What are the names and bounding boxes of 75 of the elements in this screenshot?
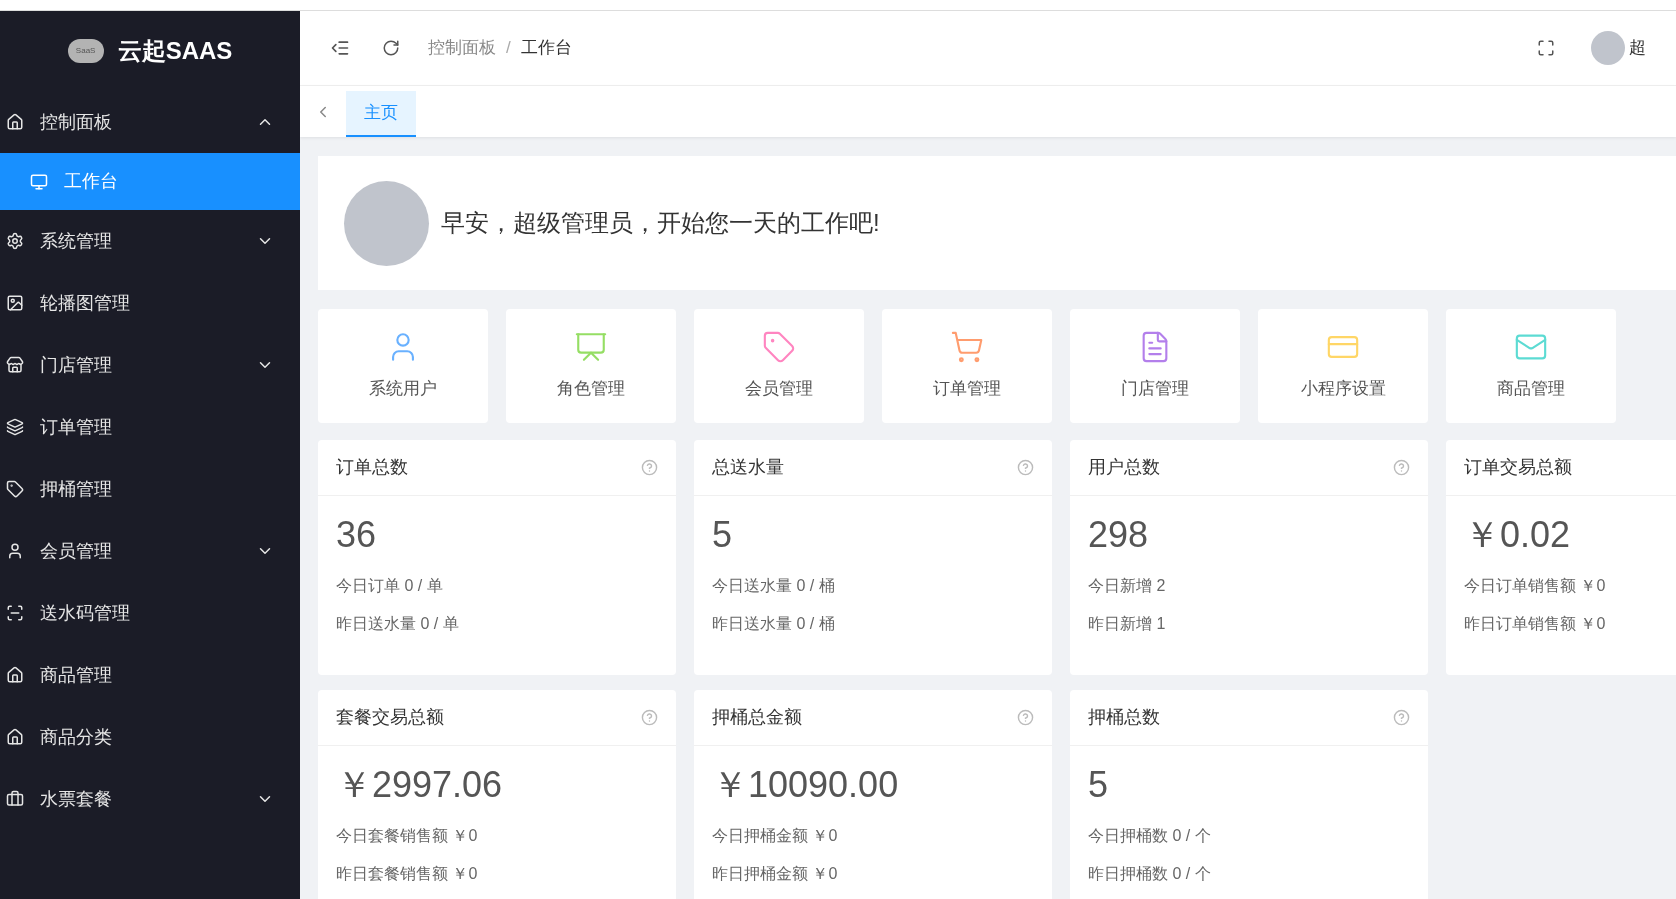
help-icon[interactable] [1017,459,1034,476]
menu-item[interactable]: 商品分类 [0,706,300,768]
help-icon[interactable] [1393,459,1410,476]
menu-item[interactable]: 商品管理 [0,644,300,706]
home-icon [6,113,24,131]
breadcrumb-item[interactable]: 控制面板 [428,35,496,61]
shortcut-tile[interactable]: 订单管理 [882,309,1052,423]
stat-value: ￥0.02 [1464,513,1572,557]
menu-item[interactable]: 门店管理 [0,334,300,396]
greeting-text: 早安，超级管理员，开始您一天的工作吧! [441,208,880,238]
stat-detail: 今日订单销售额 ￥0 [1464,576,1607,596]
home-icon [6,728,24,746]
user-icon [6,542,24,560]
card-title: 总送水量 [712,456,784,479]
menu-item[interactable]: 订单管理 [0,396,300,458]
shortcut-tile[interactable]: 商品管理 [1446,309,1616,423]
menu-item[interactable]: 轮播图管理 [0,272,300,334]
brand-name: 云起SAAS [117,36,233,66]
stat-value: ￥2997.06 [336,763,504,807]
menu-item[interactable]: 押桶管理 [0,458,300,520]
stat-detail: 昨日订单销售额 ￥0 [1464,614,1607,634]
user-name[interactable]: 超 [1629,35,1646,61]
shortcut-tile[interactable]: 系统用户 [318,309,488,423]
refresh-icon[interactable] [382,39,400,57]
card-title: 套餐交易总额 [336,706,444,729]
menu-item[interactable]: 会员管理 [0,520,300,582]
card-title: 订单交易总额 [1464,456,1572,479]
card-title: 订单总数 [336,456,408,479]
breadcrumb-item: 工作台 [520,37,572,60]
help-icon[interactable] [1017,709,1034,726]
card-title: 押桶总金额 [712,706,802,729]
help-icon[interactable] [641,709,658,726]
store-icon [6,356,24,374]
home-icon [6,666,24,684]
stat-value: 5 [712,513,734,557]
stat-detail: 昨日押桶金额 ￥0 [712,864,839,884]
stat-detail: 今日押桶数 0 / 个 [1088,826,1212,846]
breadcrumb-separator: / [506,37,511,60]
shortcut-tile[interactable]: 会员管理 [694,309,864,423]
stat-detail: 昨日送水量 0 / 桶 [712,614,836,634]
fullscreen-icon[interactable] [1537,39,1555,57]
help-icon[interactable] [641,459,658,476]
image-icon [6,294,24,312]
stat-detail: 今日送水量 0 / 桶 [712,576,836,596]
stat-detail: 今日套餐销售额 ￥0 [336,826,479,846]
layers-icon [6,418,24,436]
stat-detail: 今日订单 0 / 单 [336,576,444,596]
tag-icon [6,480,24,498]
menu-collapse-icon[interactable] [330,38,350,58]
shortcut-tile[interactable]: 小程序设置 [1258,309,1428,423]
stat-value: 5 [1088,763,1110,807]
stat-detail: 昨日押桶数 0 / 个 [1088,864,1212,884]
stat-value: ￥10090.00 [712,763,900,807]
avatar[interactable] [1591,31,1625,65]
stat-detail: 昨日送水量 0 / 单 [336,614,460,634]
menu-item[interactable]: 水票套餐 [0,768,300,830]
stat-value: 298 [1088,513,1150,557]
stat-detail: 今日新增 2 [1088,576,1167,596]
briefcase-icon [6,790,24,808]
monitor-icon [30,172,48,191]
shortcut-tile[interactable]: 角色管理 [506,309,676,423]
menu-item[interactable]: 系统管理 [0,210,300,272]
help-icon[interactable] [1393,709,1410,726]
card-title: 用户总数 [1088,456,1160,479]
menu-item[interactable]: 送水码管理 [0,582,300,644]
stat-detail: 今日押桶金额 ￥0 [712,826,839,846]
scan-icon [6,604,24,622]
menu-item[interactable]: 控制面板 [0,91,300,153]
stat-value: 36 [336,513,378,557]
gear-icon [6,232,24,250]
stat-detail: 昨日新增 1 [1088,614,1167,634]
stat-detail: 昨日套餐销售额 ￥0 [336,864,479,884]
card-title: 押桶总数 [1088,706,1160,729]
cloud-logo-icon: SaaS [67,39,104,63]
shortcut-tile[interactable]: 门店管理 [1070,309,1240,423]
